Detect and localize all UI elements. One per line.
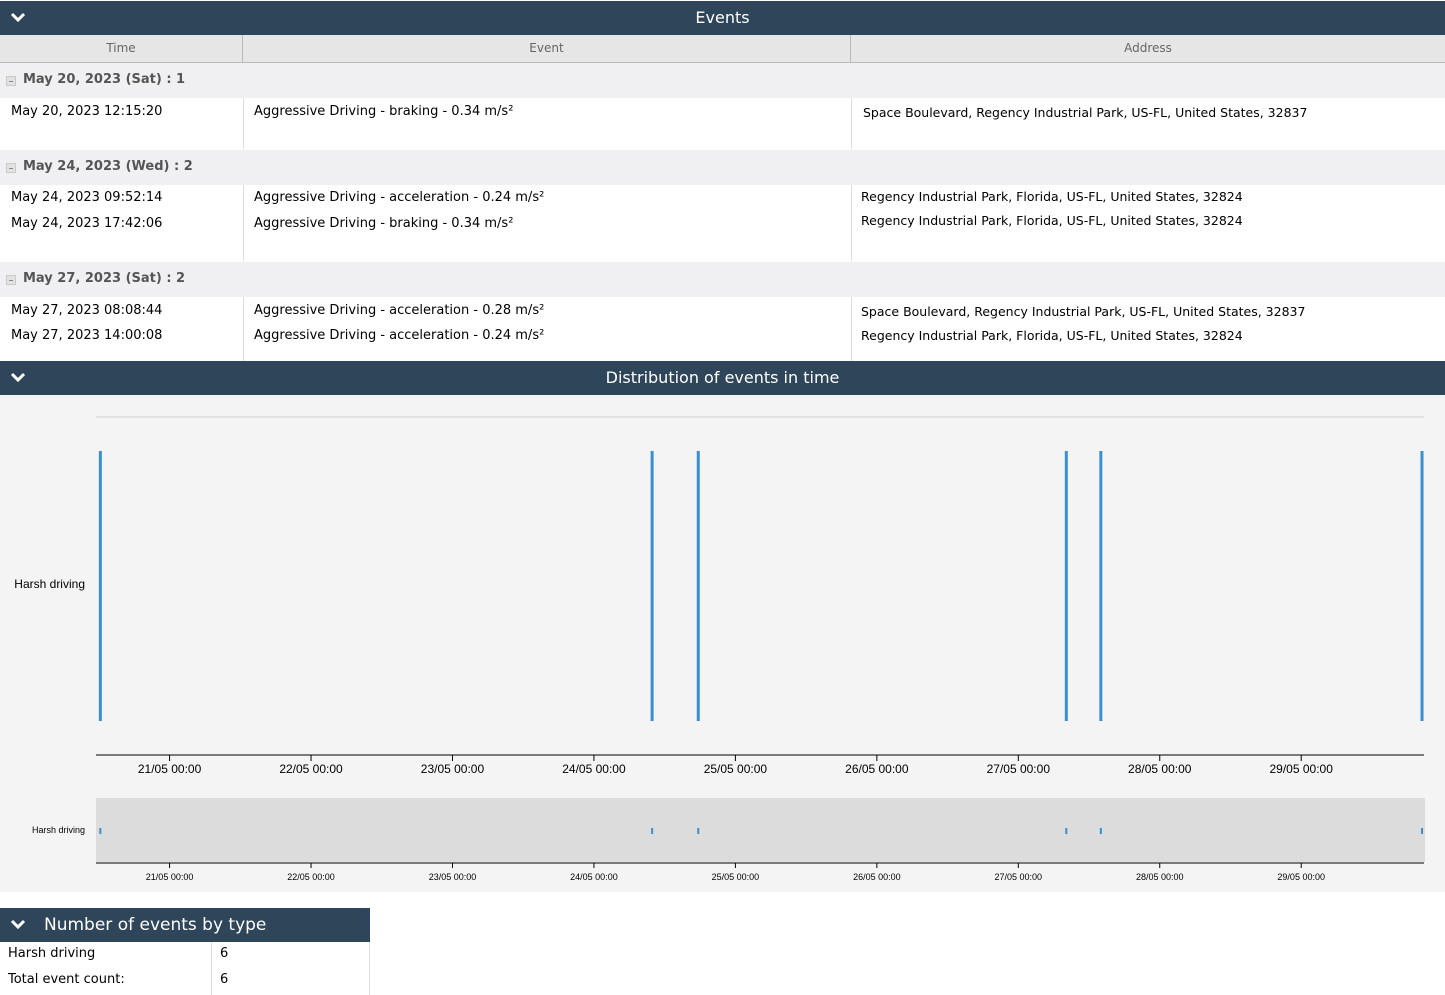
- overview-x-tick-label: 28/05 00:00: [1136, 872, 1184, 882]
- x-tick-label: 26/05 00:00: [845, 762, 909, 776]
- overview-x-tick-label: 27/05 00:00: [995, 872, 1043, 882]
- event-description: Aggressive Driving - braking - 0.34 m/s²: [254, 104, 514, 119]
- total-count: 6: [220, 972, 229, 987]
- collapse-icon[interactable]: [6, 163, 16, 173]
- cell-divider: [243, 297, 244, 361]
- event-group-rows: May 27, 2023 08:08:44 Aggressive Driving…: [0, 297, 1445, 361]
- overview-x-tick-label: 22/05 00:00: [287, 872, 335, 882]
- distribution-chart[interactable]: Harsh driving 21/05 00:00 22/05 00:00 23/05…: [0, 395, 1445, 892]
- total-label: Total event count:: [8, 972, 125, 987]
- cell-divider: [243, 98, 244, 149]
- type-label: Harsh driving: [8, 946, 96, 961]
- overview-x-tick-label: 24/05 00:00: [570, 872, 618, 882]
- event-group-header[interactable]: May 27, 2023 (Sat) : 2: [0, 262, 1445, 297]
- event-group-label: May 27, 2023 (Sat) : 2: [23, 271, 186, 286]
- events-panel-title: Events: [695, 8, 750, 27]
- collapse-icon[interactable]: [6, 76, 16, 86]
- event-description: Aggressive Driving - acceleration - 0.28…: [254, 303, 545, 318]
- distribution-panel-header[interactable]: Distribution of events in time: [0, 361, 1445, 395]
- event-address: Space Boulevard, Regency Industrial Park…: [863, 105, 1308, 120]
- overview-category-label: Harsh driving: [32, 825, 85, 835]
- cell-divider: [851, 185, 852, 261]
- collapse-icon[interactable]: [6, 275, 16, 285]
- event-group-rows: May 24, 2023 09:52:14 Aggressive Driving…: [0, 185, 1445, 261]
- column-divider[interactable]: [850, 35, 851, 63]
- distribution-chart-area: Harsh driving 21/05 00:00 22/05 00:00 23/05…: [0, 395, 1445, 892]
- chevron-down-icon[interactable]: [8, 915, 28, 935]
- x-tick-label: 29/05 00:00: [1270, 762, 1334, 776]
- column-header-event[interactable]: Event: [243, 35, 850, 63]
- cell-divider: [851, 98, 852, 149]
- type-count-table: Harsh driving 6 Total event count: 6: [0, 942, 370, 995]
- x-tick-label: 27/05 00:00: [987, 762, 1051, 776]
- overview-x-tick-label: 29/05 00:00: [1277, 872, 1325, 882]
- cell-divider: [243, 185, 244, 261]
- cell-divider: [851, 297, 852, 361]
- event-address: Space Boulevard, Regency Industrial Park…: [861, 304, 1306, 319]
- event-time: May 27, 2023 14:00:08: [11, 328, 163, 343]
- type-count-row: Harsh driving 6: [0, 942, 370, 968]
- x-tick-label: 22/05 00:00: [279, 762, 343, 776]
- overview-x-tick-label: 25/05 00:00: [712, 872, 760, 882]
- event-group-label: May 20, 2023 (Sat) : 1: [23, 72, 186, 87]
- overview-x-tick-label: 26/05 00:00: [853, 872, 901, 882]
- event-group-label: May 24, 2023 (Wed) : 2: [23, 159, 193, 174]
- overview-x-tick-label: 23/05 00:00: [429, 872, 477, 882]
- event-group-header[interactable]: May 24, 2023 (Wed) : 2: [0, 150, 1445, 185]
- type-count: 6: [220, 946, 229, 961]
- event-group-header[interactable]: May 20, 2023 (Sat) : 1: [0, 63, 1445, 98]
- x-tick-label: 21/05 00:00: [138, 762, 202, 776]
- x-tick-label: 24/05 00:00: [562, 762, 626, 776]
- event-group-rows: May 20, 2023 12:15:20 Aggressive Driving…: [0, 98, 1445, 149]
- overview-x-tick-label: 21/05 00:00: [146, 872, 194, 882]
- distribution-panel-title: Distribution of events in time: [605, 368, 840, 387]
- cell-divider: [211, 942, 212, 995]
- event-address: Regency Industrial Park, Florida, US-FL,…: [861, 328, 1243, 343]
- event-time: May 27, 2023 08:08:44: [11, 303, 163, 318]
- event-description: Aggressive Driving - braking - 0.34 m/s²: [254, 216, 514, 231]
- event-address: Regency Industrial Park, Florida, US-FL,…: [861, 213, 1243, 228]
- event-time: May 24, 2023 17:42:06: [11, 216, 163, 231]
- overview-navigator[interactable]: [96, 798, 1425, 862]
- events-panel-header[interactable]: Events: [0, 1, 1445, 35]
- x-tick-label: 23/05 00:00: [421, 762, 485, 776]
- type-panel-header[interactable]: Number of events by type: [0, 908, 370, 942]
- event-description: Aggressive Driving - acceleration - 0.24…: [254, 328, 545, 343]
- y-category-label: Harsh driving: [14, 577, 85, 591]
- x-tick-label: 28/05 00:00: [1128, 762, 1192, 776]
- column-header-address[interactable]: Address: [851, 35, 1445, 63]
- event-address: Regency Industrial Park, Florida, US-FL,…: [861, 189, 1243, 204]
- event-time: May 24, 2023 09:52:14: [11, 190, 163, 205]
- column-divider[interactable]: [242, 35, 243, 63]
- type-panel-title: Number of events by type: [44, 915, 267, 935]
- event-time: May 20, 2023 12:15:20: [11, 104, 163, 119]
- x-tick-label: 25/05 00:00: [704, 762, 768, 776]
- total-count-row: Total event count: 6: [0, 968, 370, 994]
- event-description: Aggressive Driving - acceleration - 0.24…: [254, 190, 545, 205]
- events-column-headers: Time Event Address: [0, 35, 1445, 63]
- column-header-time[interactable]: Time: [0, 35, 242, 63]
